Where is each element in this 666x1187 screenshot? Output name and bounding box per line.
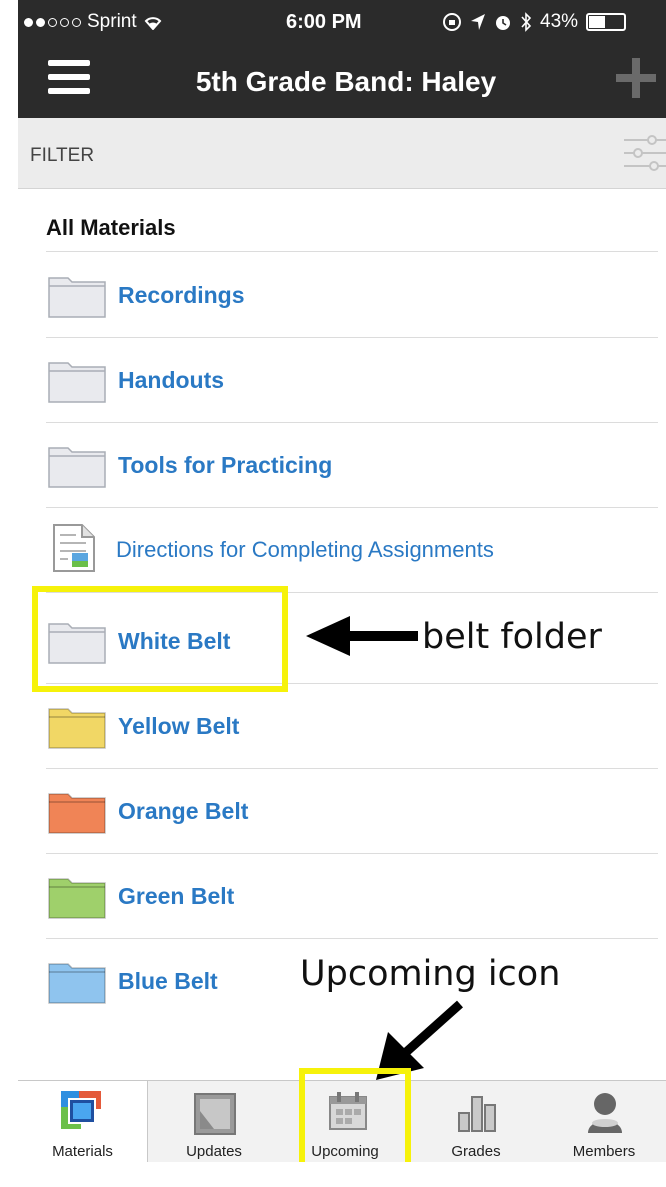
list-item[interactable]: Tools for Practicing (46, 422, 658, 507)
tab-label: Materials (52, 1143, 113, 1160)
list-item[interactable]: Recordings (46, 252, 658, 337)
document-icon (53, 524, 95, 572)
rotation-lock-icon (443, 13, 461, 31)
status-icons: 43% (442, 11, 627, 33)
left-arrow-annotation (306, 616, 418, 656)
list-item-label: Orange Belt (118, 798, 249, 824)
tab-materials[interactable]: Materials (18, 1081, 148, 1162)
phone-screen: Sprint 6:00 PM 43% 5th Grade Band: Haley… (18, 0, 666, 1162)
wifi-icon (144, 17, 162, 30)
carrier-label: Sprint (87, 11, 137, 32)
folder-icon (48, 708, 106, 749)
filter-sliders-icon[interactable] (624, 134, 666, 172)
updates-icon (194, 1093, 236, 1135)
folder-icon (48, 362, 106, 403)
status-bar: Sprint 6:00 PM 43% (18, 0, 666, 44)
filter-label: FILTER (30, 145, 95, 166)
location-icon (471, 14, 485, 30)
bluetooth-icon (521, 12, 532, 32)
battery-icon (586, 13, 627, 31)
upcoming-highlight (299, 1068, 411, 1162)
folder-icon (48, 963, 106, 1004)
list-item-label: Recordings (118, 282, 245, 308)
list-item-label: Green Belt (118, 883, 235, 909)
tab-label: Grades (451, 1143, 501, 1160)
section-heading: All Materials (46, 215, 176, 240)
member-icon (588, 1093, 622, 1133)
tab-grades[interactable]: Grades (411, 1081, 541, 1162)
list-item[interactable]: Directions for Completing Assignments (46, 507, 658, 592)
signal-strength-icon (24, 17, 81, 27)
carrier-group: Sprint (24, 11, 163, 33)
white-belt-highlight (32, 586, 288, 692)
list-item[interactable]: Orange Belt (46, 768, 658, 853)
tab-label: Members (572, 1143, 636, 1160)
belt-folder-annotation: belt folder (422, 617, 602, 657)
list-item-label: Blue Belt (118, 968, 218, 994)
filter-bar[interactable]: FILTER (18, 118, 666, 189)
alarm-icon (496, 16, 510, 30)
tab-label: Updates (186, 1143, 242, 1160)
list-item-label: Tools for Practicing (118, 452, 333, 478)
upcoming-icon-annotation: Upcoming icon (300, 954, 561, 994)
clock: 6:00 PM (286, 11, 362, 33)
list-item[interactable]: Yellow Belt (46, 683, 658, 768)
folder-icon (48, 447, 106, 488)
list-item[interactable]: Green Belt (46, 853, 658, 938)
folder-icon (48, 878, 106, 919)
folder-icon (48, 793, 106, 834)
list-item[interactable]: Handouts (46, 337, 658, 422)
folder-icon (48, 277, 106, 318)
page-title: 5th Grade Band: Haley (195, 66, 497, 97)
materials-icon (61, 1091, 101, 1129)
list-item-label: Handouts (118, 367, 225, 393)
grades-icon (458, 1096, 496, 1132)
battery-percent: 43% (540, 11, 579, 32)
add-icon[interactable] (616, 58, 656, 98)
app-header: Sprint 6:00 PM 43% 5th Grade Band: Haley (18, 0, 666, 118)
screenshot: Sprint 6:00 PM 43% 5th Grade Band: Haley… (0, 0, 666, 1187)
tab-updates[interactable]: Updates (149, 1081, 279, 1162)
list-item-label: Yellow Belt (118, 713, 240, 739)
list-item-label: Directions for Completing Assignments (116, 537, 494, 562)
tab-members[interactable]: Members (542, 1081, 666, 1162)
